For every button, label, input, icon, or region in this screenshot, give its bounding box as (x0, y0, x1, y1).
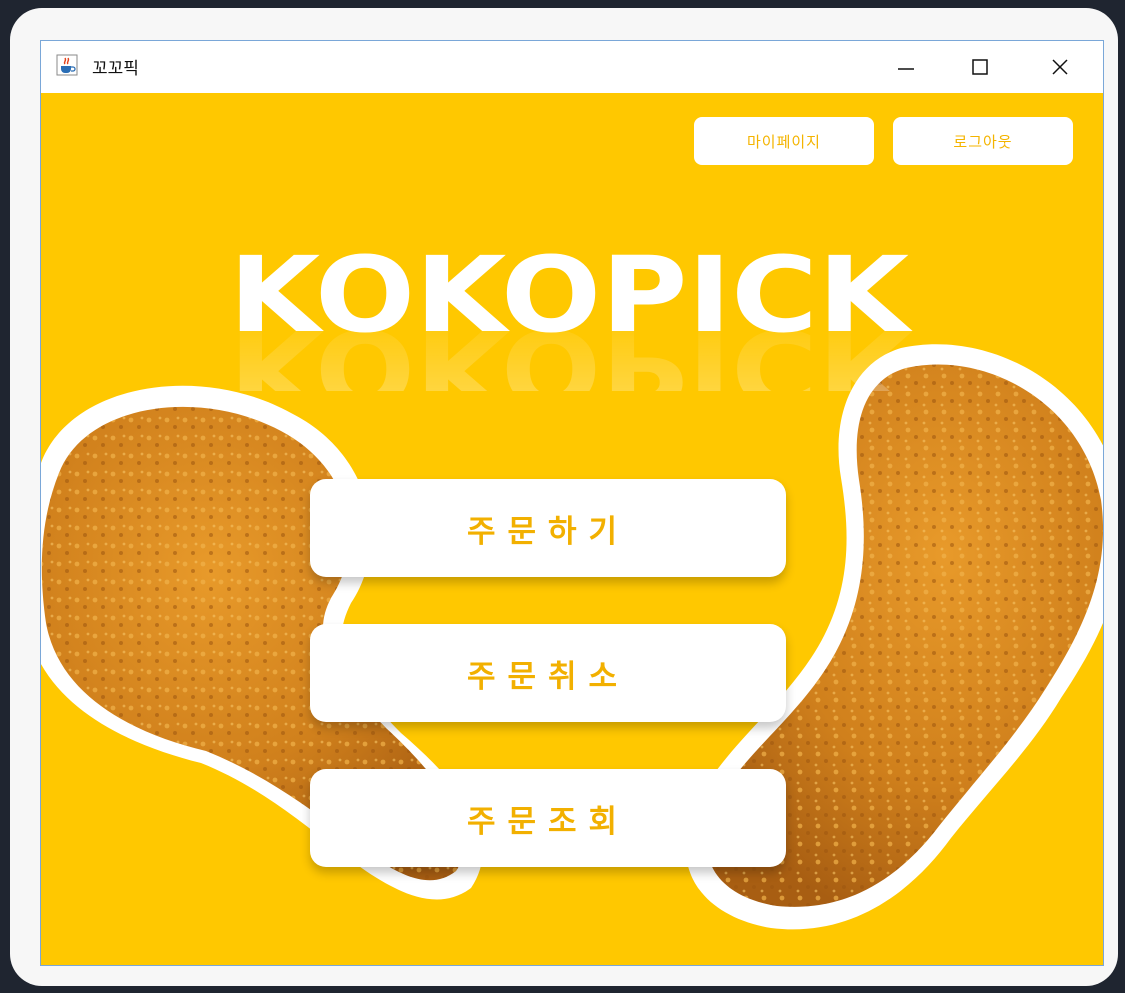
screenshot-frame: 꼬꼬픽 KOKOPICK KOKOPICK 마이페이지 로그아웃 주문하기 주문… (10, 8, 1118, 986)
close-button[interactable] (1025, 41, 1095, 93)
kokopick-logo: KOKOPICK KOKOPICK (229, 234, 913, 391)
window-title: 꼬꼬픽 (92, 59, 139, 79)
main-panel: KOKOPICK KOKOPICK 마이페이지 로그아웃 주문하기 주문취소 주… (41, 93, 1103, 965)
close-icon (1052, 59, 1068, 75)
minimize-icon (898, 68, 914, 70)
logo-reflection: KOKOPICK (229, 306, 913, 391)
order-lookup-button[interactable]: 주문조회 (310, 769, 786, 867)
mypage-button[interactable]: 마이페이지 (694, 117, 874, 165)
app-window: 꼬꼬픽 KOKOPICK KOKOPICK 마이페이지 로그아웃 주문하기 주문… (40, 40, 1104, 966)
java-cup-icon (56, 54, 78, 76)
maximize-icon (972, 59, 988, 75)
cancel-order-button[interactable]: 주문취소 (310, 624, 786, 722)
minimize-button[interactable] (871, 41, 941, 93)
order-button[interactable]: 주문하기 (310, 479, 786, 577)
title-bar[interactable]: 꼬꼬픽 (41, 41, 1103, 93)
logout-button[interactable]: 로그아웃 (893, 117, 1073, 165)
maximize-button[interactable] (945, 41, 1015, 93)
